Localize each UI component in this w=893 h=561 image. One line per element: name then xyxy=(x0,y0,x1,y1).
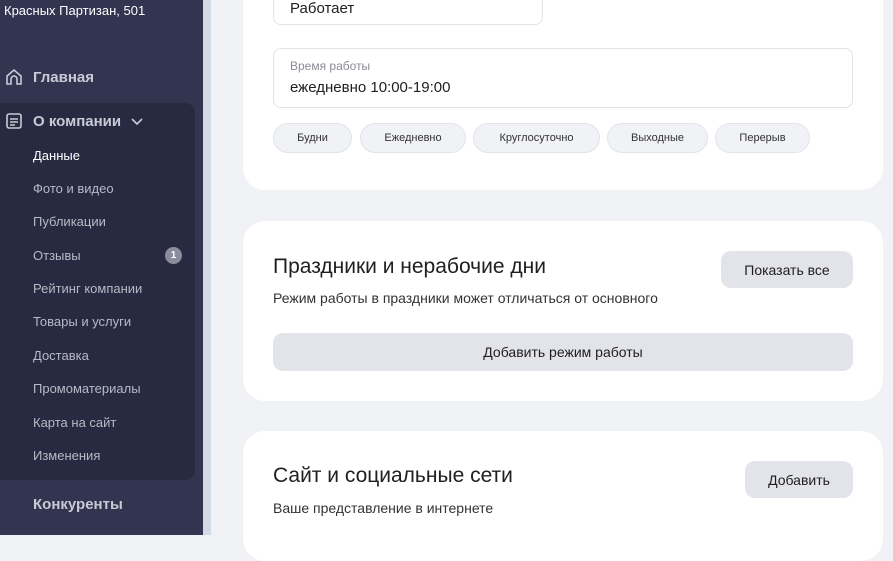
work-time-field[interactable]: Время работы ежедневно 10:00-19:00 xyxy=(273,48,853,108)
holidays-title: Праздники и нерабочие дни xyxy=(273,255,546,278)
sidebar-item-reviews[interactable]: Отзывы xyxy=(33,248,81,263)
work-time-label: Время работы xyxy=(290,59,371,73)
work-time-value: ежедневно 10:00-19:00 xyxy=(290,79,451,96)
holidays-description: Режим работы в праздники может отличатьс… xyxy=(273,290,658,306)
chip-break[interactable]: Перерыв xyxy=(715,123,810,153)
nav-about-label: О компании xyxy=(33,112,122,130)
chip-24h[interactable]: Круглосуточно xyxy=(473,123,600,153)
nav-about[interactable]: О компании xyxy=(4,111,144,131)
company-address: Красных Партизан, 501 xyxy=(4,3,146,18)
sidebar-scrollbar[interactable] xyxy=(203,0,211,535)
nav-competitors[interactable]: Конкуренты xyxy=(33,496,123,513)
sidebar-item-delivery[interactable]: Доставка xyxy=(33,348,89,363)
add-site-button[interactable]: Добавить xyxy=(745,461,853,498)
show-all-button[interactable]: Показать все xyxy=(721,251,853,288)
site-description: Ваше представление в интернете xyxy=(273,500,494,516)
sidebar-item-rating[interactable]: Рейтинг компании xyxy=(33,281,142,296)
status-field[interactable]: Работает xyxy=(273,0,543,25)
sidebar-item-map[interactable]: Карта на сайт xyxy=(33,415,116,430)
status-value: Работает xyxy=(290,0,355,17)
hours-card: Работает Время работы ежедневно 10:00-19… xyxy=(243,0,883,190)
home-icon xyxy=(6,68,22,85)
sidebar: Красных Партизан, 501 Главная О компании… xyxy=(0,0,203,535)
site-card: Сайт и социальные сети Ваше представлени… xyxy=(243,431,883,561)
reviews-badge: 1 xyxy=(165,247,182,264)
sidebar-item-changes[interactable]: Изменения xyxy=(33,448,100,463)
sidebar-item-photo[interactable]: Фото и видео xyxy=(33,181,114,196)
sidebar-item-promo[interactable]: Промоматериалы xyxy=(33,381,141,396)
document-icon xyxy=(6,113,22,129)
sidebar-item-data[interactable]: Данные xyxy=(33,148,80,163)
nav-home[interactable]: Главная xyxy=(4,67,94,87)
nav-home-label: Главная xyxy=(33,68,95,86)
chip-daily[interactable]: Ежедневно xyxy=(360,123,466,153)
chip-weekends[interactable]: Выходные xyxy=(607,123,708,153)
sidebar-item-publications[interactable]: Публикации xyxy=(33,214,106,229)
chip-weekdays[interactable]: Будни xyxy=(273,123,352,153)
sidebar-item-goods[interactable]: Товары и услуги xyxy=(33,314,131,329)
add-schedule-button[interactable]: Добавить режим работы xyxy=(273,333,853,371)
holidays-card: Праздники и нерабочие дни Режим работы в… xyxy=(243,221,883,401)
chevron-down-icon xyxy=(131,118,143,126)
site-title: Сайт и социальные сети xyxy=(273,464,513,487)
